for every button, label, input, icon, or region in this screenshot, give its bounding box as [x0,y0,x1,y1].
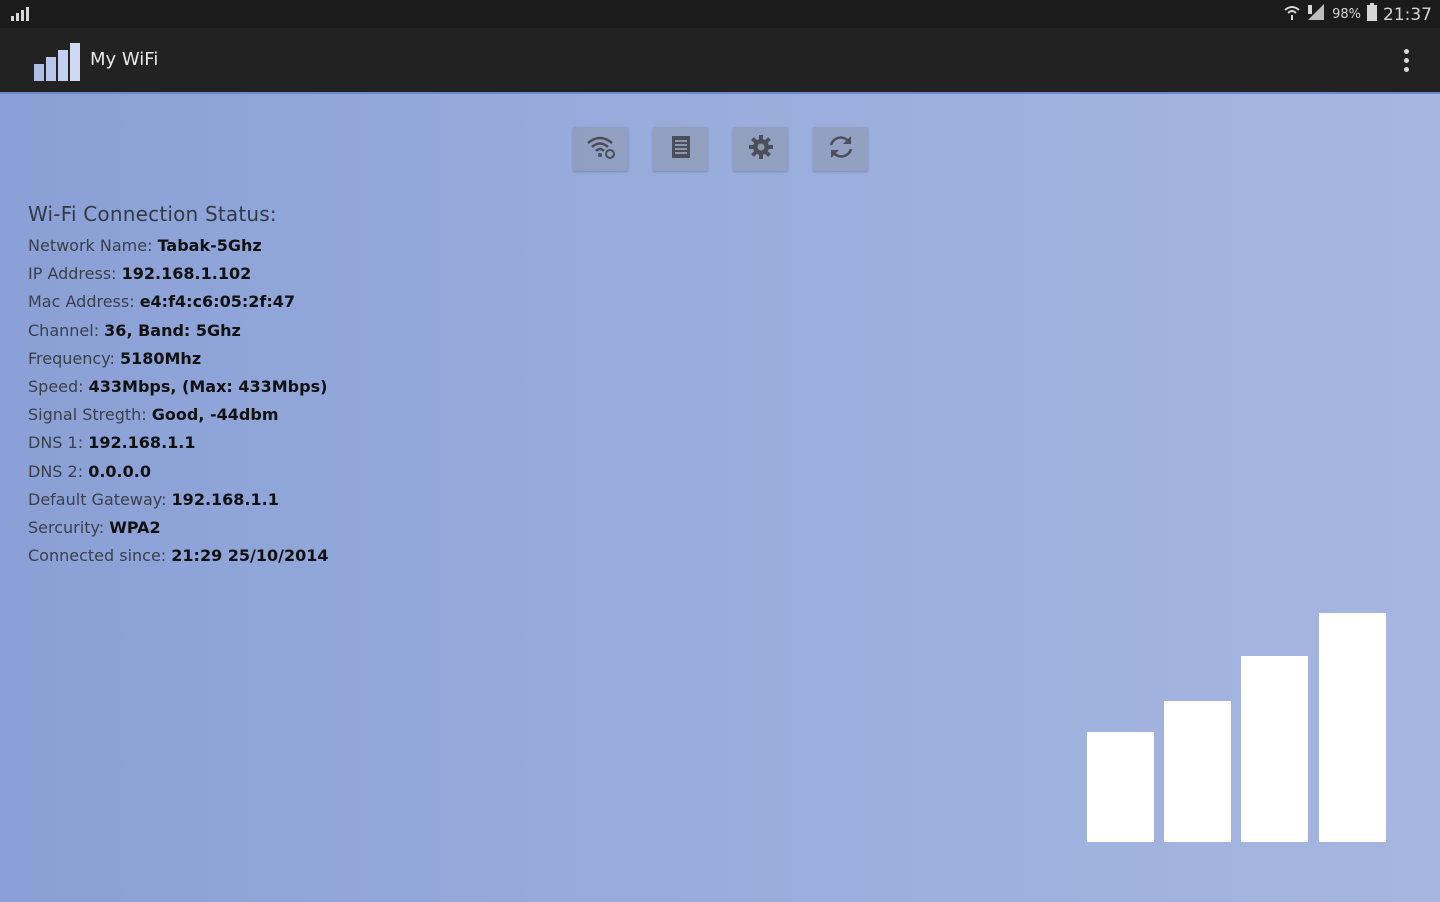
status-value: 21:29 25/10/2014 [171,546,329,566]
status-row-dns-1: DNS 1: 192.168.1.1 [28,429,329,457]
status-label: IP Address: [28,264,122,284]
status-bar: 98% 21:37 [0,0,1440,28]
status-row-frequency: Frequency: 5180Mhz [28,345,329,373]
signal-bar-2 [1164,701,1231,842]
wifi-settings-icon [586,134,616,164]
battery-icon [1367,3,1377,26]
status-label: Connected since: [28,546,172,566]
main-content: Wi-Fi Connection Status: Network Name: T… [0,92,1440,902]
status-row-signal-strength: Signal Stregth: Good, -44dbm [28,401,329,429]
wifi-settings-button[interactable] [573,127,628,171]
app-logo-icon [33,42,85,86]
status-row-connected-since: Connected since: 21:29 25/10/2014 [28,542,329,570]
action-bar: My WiFi [0,28,1440,92]
signal-bar-1 [1087,732,1154,842]
app-title: My WiFi [90,49,159,70]
status-row-dns-2: DNS 2: 0.0.0.0 [28,458,329,486]
status-label: Channel: [28,320,105,340]
status-value: Good, -44dbm [151,405,279,425]
status-row-speed: Speed: 433Mbps, (Max: 433Mbps) [28,373,329,401]
status-label: Mac Address: [28,292,140,312]
refresh-button[interactable] [813,127,868,171]
status-label: Network Name: [28,236,158,255]
status-label: Speed: [28,376,89,396]
signal-bar-4 [1319,613,1386,842]
status-right: 98% 21:37 [1284,3,1432,26]
status-value: 0.0.0.0 [88,461,151,481]
status-label: DNS 2: [28,461,89,481]
status-row-channel: Channel: 36, Band: 5Ghz [28,317,329,345]
status-value: 433Mbps, (Max: 433Mbps) [88,376,328,396]
connection-status-panel: Wi-Fi Connection Status: Network Name: T… [28,202,329,570]
status-row-network-name: Network Name: Tabak-5Ghz [28,232,329,260]
signal-bar-3 [1241,656,1308,842]
status-row-mac-address: Mac Address: e4:f4:c6:05:2f:47 [28,288,329,316]
status-label: Sercurity: [28,517,110,537]
status-value: 192.168.1.102 [121,264,252,284]
gear-icon [748,134,774,164]
status-value: e4:f4:c6:05:2f:47 [139,292,295,312]
status-value: 5180Mhz [119,348,202,368]
status-label: DNS 1: [28,433,89,453]
status-label: Frequency: [28,348,120,368]
overflow-menu-icon[interactable] [1394,46,1418,74]
settings-button[interactable] [733,127,788,171]
refresh-icon [827,133,855,165]
status-label: Signal Stregth: [28,405,152,425]
status-value: 192.168.1.1 [171,489,279,509]
status-value: 192.168.1.1 [88,433,196,453]
clock: 21:37 [1383,4,1432,25]
status-value: WPA2 [109,517,161,537]
document-button[interactable] [653,127,708,171]
status-row-default-gateway: Default Gateway: 192.168.1.1 [28,486,329,514]
signal-status-icon [10,6,32,26]
status-value: Tabak-5Ghz [157,236,262,255]
status-value: 36, Band: 5Ghz [104,320,241,340]
status-row-ip-address: IP Address: 192.168.1.102 [28,260,329,288]
connection-status-heading: Wi-Fi Connection Status: [28,202,277,226]
signal-strength-meter [1087,610,1387,842]
battery-percent: 98% [1332,7,1361,22]
status-row-security: Sercurity: WPA2 [28,514,329,542]
toolbar [573,127,868,171]
wifi-status-icon [1284,4,1300,25]
cellular-signal-icon [1306,3,1326,26]
document-icon [670,135,692,163]
status-label: Default Gateway: [28,489,172,509]
